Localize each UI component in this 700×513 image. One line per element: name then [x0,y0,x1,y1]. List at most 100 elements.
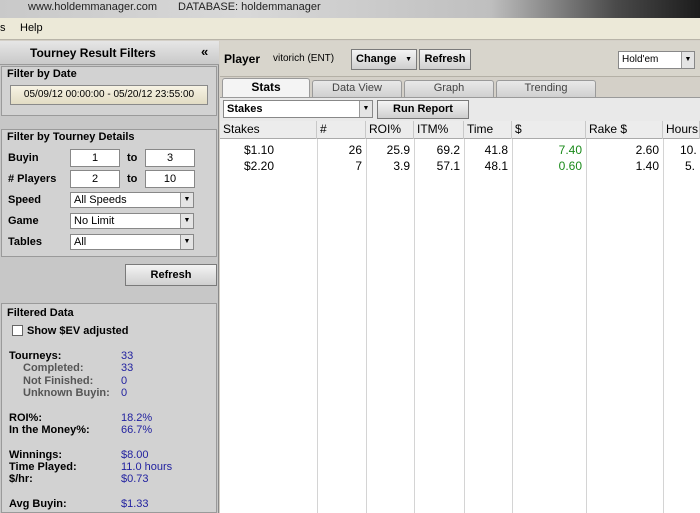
column-divider [414,139,415,513]
chevron-down-icon[interactable]: ▼ [180,235,193,249]
column-header-rake[interactable]: Rake $ [586,121,663,139]
tables-select[interactable]: All ▼ [70,234,194,250]
game-label: Game [8,215,39,227]
column-header-roi[interactable]: ROI% [366,121,414,139]
column-header-winnings[interactable]: $ [512,121,586,139]
chevron-down-icon[interactable]: ▼ [180,214,193,228]
report-tabs: Stats Data View Graph Trending [220,78,700,97]
tab-trending[interactable]: Trending [496,80,596,97]
group-by-select-value: Stakes [227,103,263,115]
speed-label: Speed [8,194,42,206]
report-toolbar: Stakes ▼ Run Report [220,97,700,121]
tables-label: Tables [8,236,43,248]
group-by-select[interactable]: Stakes ▼ [223,100,373,118]
menu-bar: s Help [0,18,700,40]
speed-select[interactable]: All Speeds ▼ [70,192,194,208]
winnings-value: $8.00 [121,449,149,461]
buyin-from-input[interactable]: 1 [70,149,120,167]
avg-buyin-label: Avg Buyin: [9,498,67,510]
column-header-hours[interactable]: Hours [663,121,700,139]
column-header-count[interactable]: # [317,121,366,139]
tourneys-value: 33 [121,350,134,362]
title-banner: www.holdemmanager.com DATABASE: holdemma… [0,0,700,18]
players-from-input[interactable]: 2 [70,170,120,188]
not-finished-label: Not Finished: [23,375,94,387]
buyin-to-input[interactable]: 3 [145,149,195,167]
show-ev-label: Show $EV adjusted [27,325,129,337]
chevron-down-icon[interactable]: ▼ [180,193,193,207]
time-played-label: Time Played: [9,461,77,473]
game-type-select[interactable]: No Limit ▼ [70,213,194,229]
tables-select-value: All [74,236,87,248]
speed-select-value: All Speeds [74,194,127,206]
tourneys-label: Tourneys: [9,350,62,362]
cell-winnings: 0.60 [558,159,582,173]
cell-hours: 10. [680,143,697,157]
tab-graph[interactable]: Graph [404,80,494,97]
cell-rake: 2.60 [635,143,659,157]
completed-label: Completed: [23,362,84,374]
filter-by-date-title: Filter by Date [7,68,77,80]
report-area: Player vitorich (ENT) Change ▼ Refresh H… [220,41,700,513]
cell-itm: 69.2 [436,143,460,157]
unknown-buyin-value: 0 [121,387,128,399]
table-header: Stakes # ROI% ITM% Time $ Rake $ Hours [220,121,700,139]
menu-item-help[interactable]: Help [20,22,43,34]
roi-value: 18.2% [121,412,153,424]
buyin-label: Buyin [8,152,39,164]
player-header: Player vitorich (ENT) Change ▼ Refresh H… [220,41,700,77]
column-divider [512,139,513,513]
column-divider [317,139,318,513]
cell-time: 41.8 [484,143,508,157]
tab-stats[interactable]: Stats [222,78,310,97]
tourney-details-title: Filter by Tourney Details [7,131,135,143]
table-row[interactable]: $1.10 26 25.9 69.2 41.8 7.40 2.60 10. [220,142,700,158]
cell-count: 7 [355,159,362,173]
players-to-input[interactable]: 10 [145,170,195,188]
buyin-to-label: to [127,152,138,164]
itm-value: 66.7% [121,424,153,436]
tourney-details-group: Filter by Tourney Details Buyin 1 to 3 #… [1,129,217,257]
not-finished-value: 0 [121,375,128,387]
cell-rake: 1.40 [635,159,659,173]
run-report-button[interactable]: Run Report [377,100,469,119]
chevron-down-icon[interactable]: ▼ [681,52,694,68]
menu-item-tools[interactable]: s [0,22,6,34]
avg-buyin-value: $1.33 [121,498,149,510]
date-range-button[interactable]: 05/09/12 00:00:00 - 05/20/12 23:55:00 [10,85,208,105]
game-type-select-value: No Limit [74,215,115,227]
filter-by-date-group: Filter by Date 05/09/12 00:00:00 - 05/20… [1,66,217,116]
player-name: vitorich (ENT) [273,53,335,64]
column-header-time[interactable]: Time [464,121,512,139]
cell-time: 48.1 [484,159,508,173]
column-divider [366,139,367,513]
column-divider [464,139,465,513]
cell-roi: 25.9 [386,143,410,157]
cell-roi: 3.9 [393,159,410,173]
database-label: DATABASE: holdemmanager [178,1,321,13]
change-player-button[interactable]: Change ▼ [351,49,417,70]
cell-stakes: $2.20 [244,159,275,173]
player-label: Player [224,52,261,66]
player-refresh-button[interactable]: Refresh [419,49,471,70]
chevron-down-icon[interactable]: ▼ [359,101,372,117]
filtered-data-group: Filtered Data Show $EV adjusted Tourneys… [1,303,217,513]
winnings-label: Winnings: [9,449,63,461]
show-ev-checkbox[interactable] [12,325,23,336]
column-header-itm[interactable]: ITM% [414,121,464,139]
tab-data-view[interactable]: Data View [312,80,402,97]
players-label: # Players [8,173,57,185]
per-hour-label: $/hr: [9,473,33,485]
game-select[interactable]: Hold'em ▼ [618,51,695,69]
column-header-stakes[interactable]: Stakes [220,121,317,139]
collapse-icon[interactable]: « [201,44,208,59]
table-row[interactable]: $2.20 7 3.9 57.1 48.1 0.60 1.40 5. [220,158,700,174]
players-to-label: to [127,173,138,185]
filter-panel-header: Tourney Result Filters « [0,41,219,65]
roi-label: ROI%: [9,412,42,424]
itm-label: In the Money%: [9,424,90,436]
filter-refresh-button[interactable]: Refresh [125,264,217,286]
filter-panel: Tourney Result Filters « Filter by Date … [0,41,219,513]
stats-table: Stakes # ROI% ITM% Time $ Rake $ Hours $… [220,121,700,513]
filter-panel-title: Tourney Result Filters [30,46,156,60]
